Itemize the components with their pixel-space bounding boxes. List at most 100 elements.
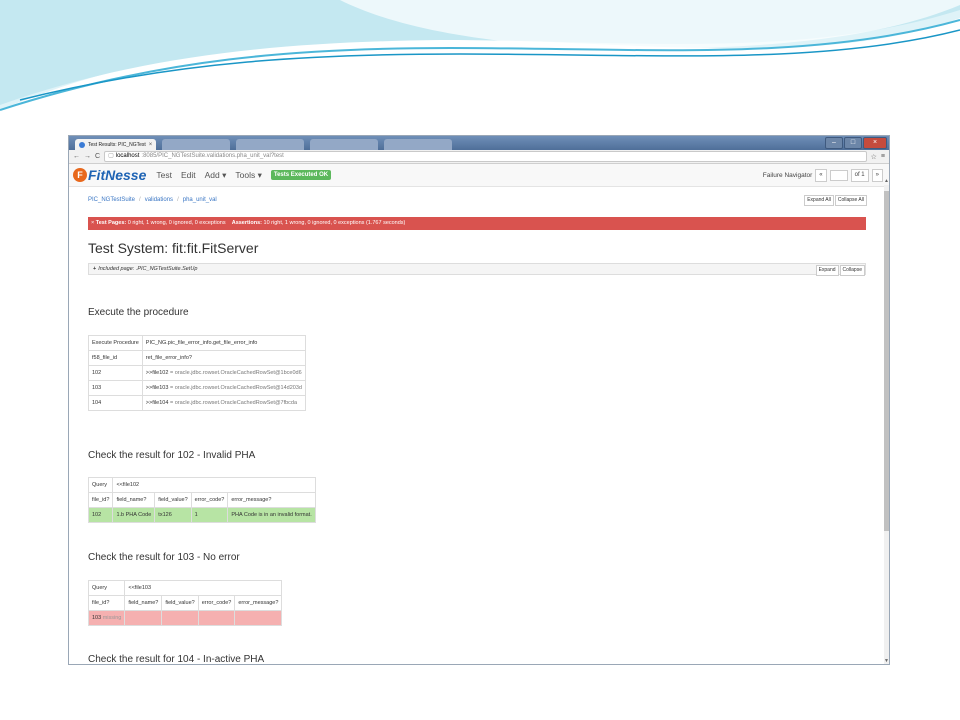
page-title: Test System: fit:fit.FitServer: [88, 240, 259, 256]
back-arrow-icon[interactable]: ←: [73, 153, 80, 160]
section-title: Check the result for 103 - No error: [88, 552, 240, 563]
table-header: field_value?: [161, 595, 199, 611]
symbol-name: >>file103: [145, 385, 169, 391]
address-bar: ← → C ▢ localhost:8085/PIC_NGTestSuite.v…: [69, 150, 889, 164]
browser-titlebar: Test Results: PIC_NGTest × – □ ×: [69, 136, 889, 150]
table-cell: 1: [190, 507, 229, 523]
nav-test[interactable]: Test: [156, 170, 172, 180]
table-row-pass: 102 1.b PHA Code tx126 1 PHA Code is in …: [87, 507, 316, 523]
included-page-label: Included page: .PIC_NGTestSuite.SetUp: [98, 266, 198, 272]
included-page[interactable]: + Included page: .PIC_NGTestSuite.SetUp: [88, 263, 866, 275]
table-header: file_id?: [87, 595, 126, 611]
breadcrumb-separator: /: [139, 197, 141, 203]
browser-tab-active[interactable]: Test Results: PIC_NGTest ×: [75, 139, 157, 150]
row-id: 103: [92, 615, 102, 621]
prev-failure-button[interactable]: «: [815, 169, 827, 182]
fitnesse-logo-icon: F: [73, 168, 87, 182]
table-cell: >>file103 = oracle.jdbc.rowset.OracleCac…: [141, 380, 306, 396]
symbol-name: >>file102: [145, 370, 169, 376]
symbol-value: = oracle.jdbc.rowset.OracleCachedRowSet@…: [168, 400, 298, 406]
table-cell: 103 missing: [87, 610, 126, 626]
table-cell: 102: [87, 507, 114, 523]
browser-tab-inactive[interactable]: [310, 139, 379, 150]
window-controls: – □ ×: [825, 137, 887, 149]
table-header: error_message?: [227, 492, 316, 508]
browser-tab-inactive[interactable]: [236, 139, 305, 150]
minimize-icon[interactable]: –: [825, 137, 843, 149]
table-row: f58_file_id ret_file_error_info?: [88, 350, 306, 366]
breadcrumb-link[interactable]: PIC_NGTestSuite: [88, 197, 135, 203]
browser-tab-inactive[interactable]: [384, 139, 453, 150]
assertions-value: 10 right, 1 wrong, 0 ignored, 0 exceptio…: [263, 220, 406, 226]
star-icon[interactable]: ☆: [871, 153, 877, 161]
page-count: of 1: [850, 169, 869, 182]
close-icon[interactable]: ×: [149, 142, 153, 148]
table-header: error_code?: [190, 492, 229, 508]
symbol-name: >>file104: [145, 400, 169, 406]
table-cell: tx126: [154, 507, 192, 523]
scrollbar-thumb[interactable]: [884, 191, 889, 531]
table-cell: Execute Procedure: [88, 335, 143, 351]
next-failure-button[interactable]: »: [871, 169, 883, 182]
table-header: field_value?: [154, 492, 192, 508]
table-cell: [161, 610, 199, 626]
table-cell: ret_file_error_info?: [141, 350, 306, 366]
expand-all-button[interactable]: Expand All: [804, 195, 834, 206]
breadcrumb-link[interactable]: pha_unit_val: [183, 197, 217, 203]
nav-tools[interactable]: Tools ▾: [235, 170, 261, 181]
collapse-button[interactable]: Collapse: [839, 265, 865, 276]
table-row-fail: 103 missing: [87, 610, 283, 626]
execute-procedure-table: Execute Procedure PIC_NG.pic_file_error_…: [88, 335, 306, 411]
symbol-value: = oracle.jdbc.rowset.OracleCachedRowSet@…: [168, 385, 302, 391]
table-cell: [234, 610, 283, 626]
nav-edit[interactable]: Edit: [181, 170, 196, 180]
table-cell: [124, 610, 163, 626]
table-cell: <<file102: [112, 477, 316, 493]
section-title: Check the result for 102 - Invalid PHA: [88, 450, 256, 461]
table-header: file_id?: [87, 492, 114, 508]
browser-tab-inactive[interactable]: [162, 139, 231, 150]
table-cell: Query: [87, 477, 114, 493]
table-row: Query <<file103: [87, 580, 283, 596]
reload-icon[interactable]: C: [95, 153, 100, 160]
breadcrumb-link[interactable]: validations: [145, 197, 173, 203]
url-path: :8085/PIC_NGTestSuite.validations.pha_un…: [141, 153, 284, 159]
table-cell: 102: [88, 365, 143, 381]
chrome-favicon-icon: [79, 141, 85, 148]
table-row: 102 >>file102 = oracle.jdbc.rowset.Oracl…: [88, 365, 306, 381]
table-cell: >>file104 = oracle.jdbc.rowset.OracleCac…: [141, 395, 306, 411]
include-toolbar: Expand Collapse: [815, 265, 865, 276]
url-host: localhost: [115, 153, 140, 159]
vertical-scrollbar[interactable]: [884, 185, 889, 664]
table-cell: 1.b PHA Code: [112, 507, 156, 523]
expand-plus-icon[interactable]: +: [93, 266, 96, 272]
missing-label: missing: [102, 615, 122, 621]
table-cell: <<file103: [124, 580, 283, 596]
table-cell: f58_file_id: [88, 350, 143, 366]
table-header-row: file_id? field_name? field_value? error_…: [87, 595, 283, 611]
test-pages-label: Test Pages:: [95, 220, 127, 226]
failure-navigator-label: Failure Navigator: [762, 172, 813, 179]
table-cell: 104: [88, 395, 143, 411]
failure-index-input[interactable]: [829, 170, 848, 181]
forward-arrow-icon[interactable]: →: [84, 153, 91, 160]
close-icon[interactable]: ×: [91, 220, 94, 226]
failure-navigator: Failure Navigator « of 1 »: [763, 169, 883, 182]
table-row: 104 >>file104 = oracle.jdbc.rowset.Oracl…: [88, 395, 306, 411]
table-cell: [197, 610, 236, 626]
breadcrumb-separator: /: [177, 197, 179, 203]
maximize-icon[interactable]: □: [844, 137, 862, 149]
url-input[interactable]: ▢ localhost:8085/PIC_NGTestSuite.validat…: [104, 151, 867, 162]
status-badge: Tests Executed OK: [270, 170, 332, 180]
query-table-103: Query <<file103 file_id? field_name? fie…: [87, 580, 283, 626]
nav-add[interactable]: Add ▾: [205, 170, 227, 181]
tab-title: Test Results: PIC_NGTest: [88, 141, 146, 148]
close-window-icon[interactable]: ×: [863, 137, 887, 149]
menu-icon[interactable]: ≡: [881, 153, 885, 160]
fitnesse-logo[interactable]: F FitNesse: [73, 167, 146, 183]
expand-button[interactable]: Expand: [815, 265, 839, 276]
scroll-up-icon[interactable]: ▲: [884, 178, 889, 184]
browser-window: Test Results: PIC_NGTest × – □ × ← → C ▢…: [68, 135, 890, 665]
scroll-down-icon[interactable]: ▼: [884, 658, 889, 664]
collapse-all-button[interactable]: Collapse All: [834, 195, 867, 206]
